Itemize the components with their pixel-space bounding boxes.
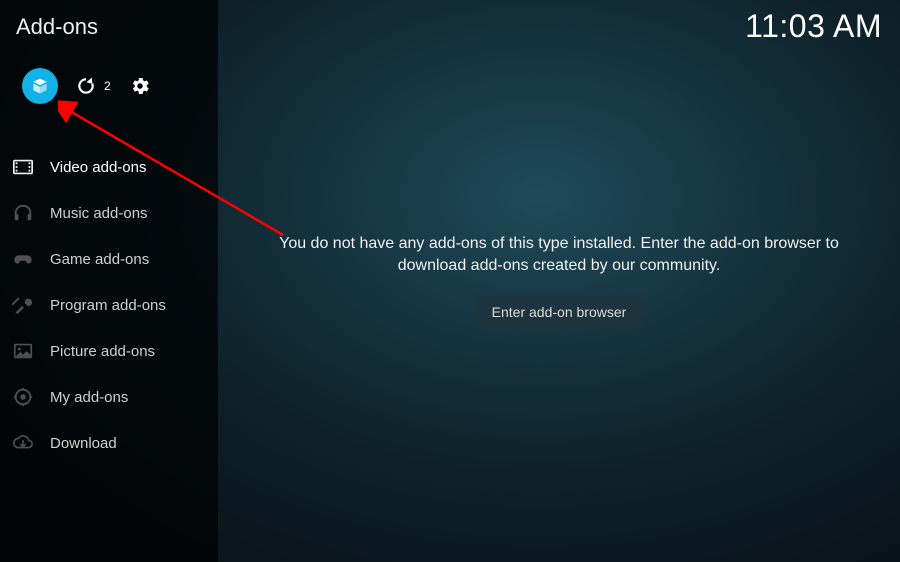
film-icon [10,154,36,180]
sidebar-item-picture-addons[interactable]: Picture add-ons [0,328,218,374]
empty-state-message: You do not have any add-ons of this type… [218,233,900,276]
download-icon [10,430,36,456]
sidebar-item-label: Video add-ons [50,159,146,176]
sidebar-menu: Video add-ons Music add-ons Game add-ons… [0,144,218,466]
enter-addon-browser-button[interactable]: Enter add-on browser [476,295,643,329]
sidebar-item-label: Game add-ons [50,251,149,268]
settings-button[interactable] [129,75,151,97]
open-box-icon [30,76,50,96]
sidebar-item-label: Music add-ons [50,205,148,222]
refresh-icon [76,76,96,96]
sidebar-item-program-addons[interactable]: Program add-ons [0,282,218,328]
sidebar-item-music-addons[interactable]: Music add-ons [0,190,218,236]
main-content: You do not have any add-ons of this type… [218,0,900,562]
sidebar-toolbar: 2 [0,40,218,130]
image-icon [10,338,36,364]
puzzle-gear-icon [10,384,36,410]
sidebar-item-my-addons[interactable]: My add-ons [0,374,218,420]
sidebar: Add-ons 2 Vide [0,0,218,562]
sidebar-item-download[interactable]: Download [0,420,218,466]
sidebar-item-label: Program add-ons [50,297,166,314]
gear-icon [129,75,151,97]
sidebar-item-video-addons[interactable]: Video add-ons [0,144,218,190]
headphones-icon [10,200,36,226]
sidebar-item-game-addons[interactable]: Game add-ons [0,236,218,282]
sidebar-item-label: Picture add-ons [50,343,155,360]
sidebar-item-label: Download [50,435,117,452]
sidebar-item-label: My add-ons [50,389,128,406]
page-title: Add-ons [0,14,218,40]
tools-icon [10,292,36,318]
gamepad-icon [10,246,36,272]
refresh-count: 2 [104,79,111,93]
open-box-button[interactable] [22,68,58,104]
refresh-button[interactable]: 2 [76,76,111,96]
